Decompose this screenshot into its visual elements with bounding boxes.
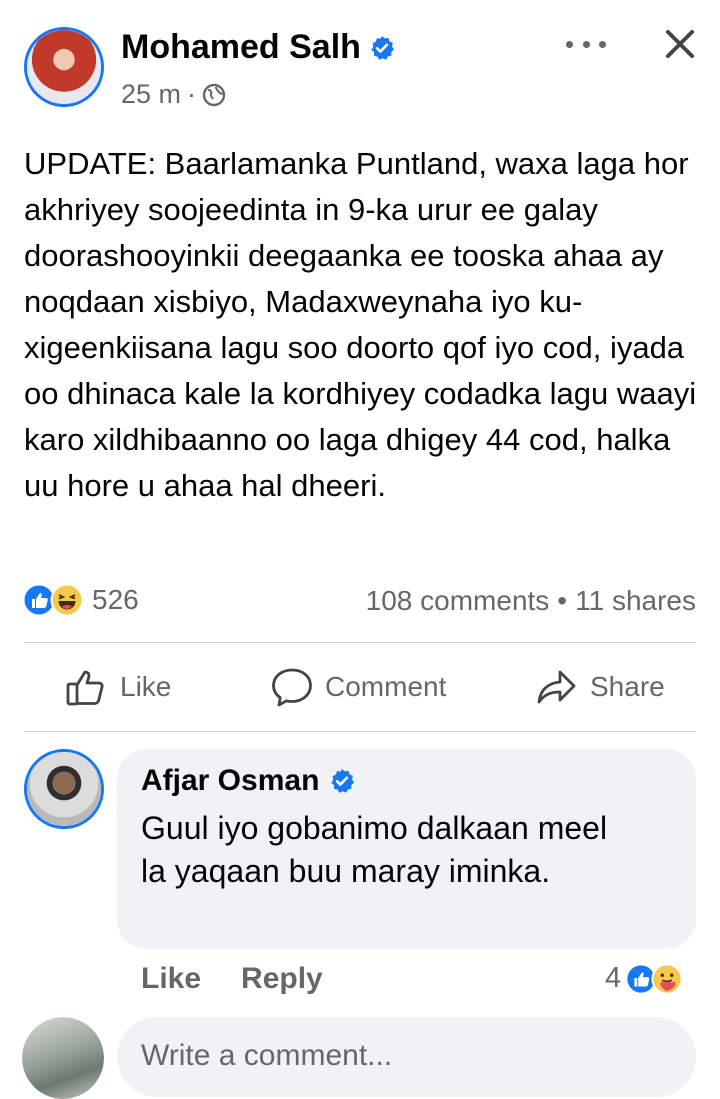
post-author-name[interactable]: Mohamed Salh — [121, 28, 361, 67]
shares-count[interactable]: 11 shares — [575, 585, 696, 617]
counts-separator: • — [557, 585, 568, 616]
commenter-avatar[interactable] — [24, 749, 104, 829]
comment-reactions[interactable]: 4 — [605, 962, 683, 995]
thumbs-up-icon — [66, 670, 104, 706]
divider-bottom — [24, 731, 696, 732]
reaction-count[interactable]: 526 — [92, 584, 139, 616]
close-icon[interactable] — [664, 28, 696, 60]
divider-top — [24, 642, 696, 643]
comment-author-name[interactable]: Afjar Osman — [141, 764, 319, 798]
share-button[interactable]: Share — [536, 667, 665, 707]
like-label: Like — [120, 671, 172, 702]
verified-badge-icon — [331, 769, 355, 793]
comment-reaction-count: 4 — [605, 962, 622, 994]
meta-separator: · — [187, 79, 197, 109]
comment-like-button[interactable]: Like — [141, 962, 201, 996]
current-user-avatar[interactable] — [22, 1017, 104, 1099]
comments-count[interactable]: 108 comments — [366, 585, 550, 617]
comment-label: Comment — [325, 671, 447, 702]
comment-text: Guul iyo gobanimo dalkaan meel la yaqaan… — [141, 810, 608, 889]
verified-badge-icon — [371, 35, 395, 60]
post-text: UPDATE: Baarlamanka Puntland, waxa laga … — [24, 146, 697, 503]
share-label: Share — [590, 671, 665, 702]
comment-input-placeholder: Write a comment... — [141, 1039, 393, 1072]
more-options-icon[interactable] — [566, 34, 606, 54]
like-button[interactable]: Like — [66, 667, 171, 707]
globe-icon — [202, 83, 226, 106]
care-reaction-icon — [651, 962, 683, 995]
haha-reaction-icon — [50, 583, 84, 617]
post-timestamp[interactable]: 25 m — [121, 79, 181, 110]
comment-button[interactable]: Comment — [271, 667, 446, 707]
comment-bubble-icon — [272, 668, 312, 707]
author-avatar[interactable] — [24, 27, 104, 107]
comment-input[interactable]: Write a comment... — [117, 1017, 696, 1097]
comment-reply-button[interactable]: Reply — [241, 962, 323, 996]
share-arrow-icon — [537, 670, 576, 704]
